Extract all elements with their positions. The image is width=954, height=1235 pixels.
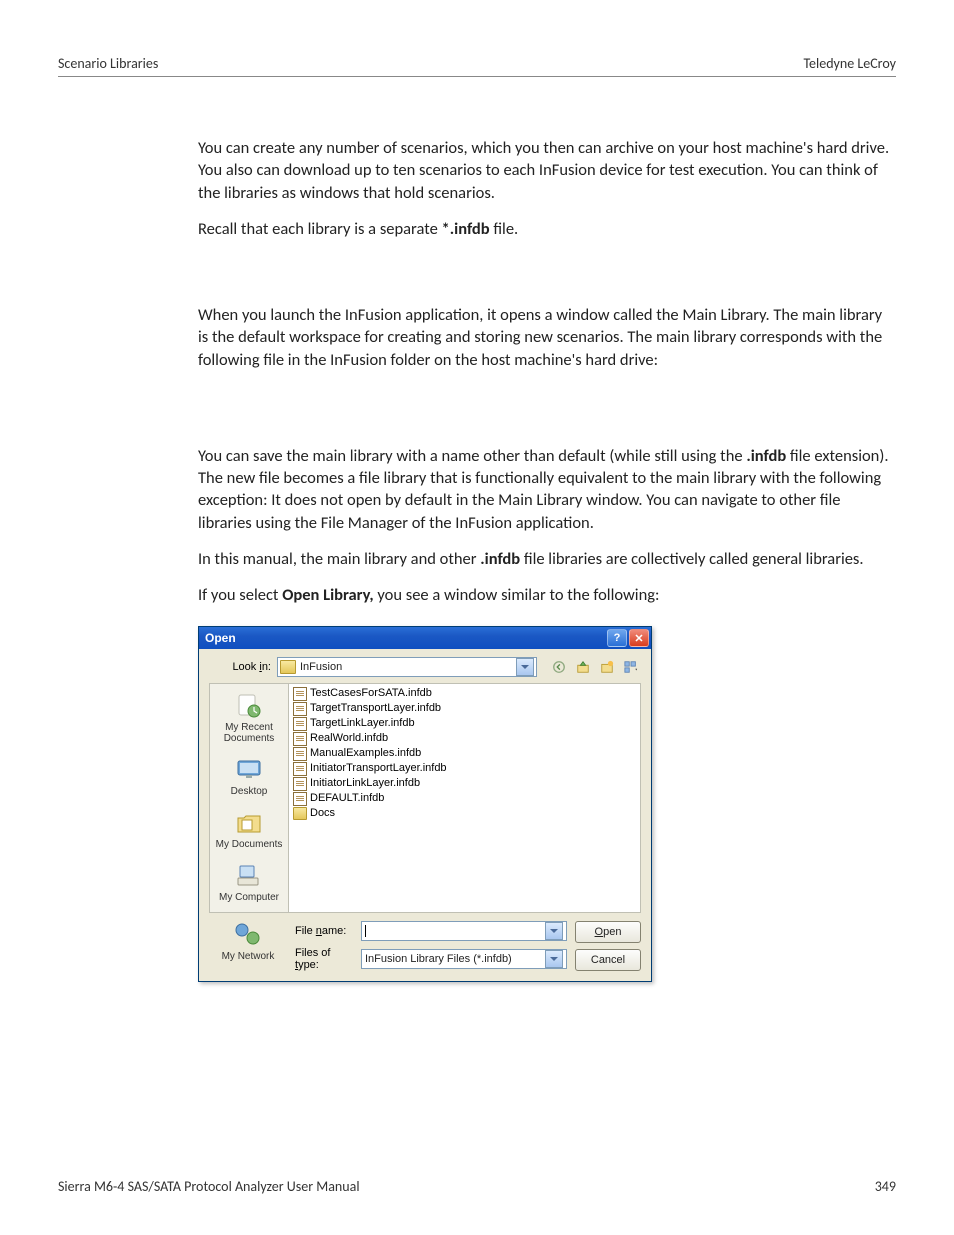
places-bar: My Recent Documents Desktop	[209, 683, 289, 913]
infdb-file-icon	[293, 702, 307, 716]
cancel-button[interactable]: Cancel	[575, 949, 641, 971]
infdb-file-icon	[293, 747, 307, 761]
view-menu-icon[interactable]	[621, 657, 641, 677]
file-list[interactable]: TestCasesForSATA.infdb TargetTransportLa…	[289, 683, 641, 913]
filetype-combo[interactable]: InFusion Library Files (*.infdb)	[361, 949, 567, 969]
file-item[interactable]: TargetLinkLayer.infdb	[291, 716, 638, 731]
filetype-label: Files of type:	[295, 947, 355, 971]
help-icon[interactable]: ?	[607, 629, 627, 647]
open-dialog: Open ? ✕ Look in: InFusion	[198, 626, 652, 982]
filename-input[interactable]	[361, 921, 567, 941]
file-item[interactable]: ManualExamples.infdb	[291, 746, 638, 761]
my-documents-icon	[233, 809, 265, 837]
paragraph-1: You can create any number of scenarios, …	[198, 137, 896, 204]
header-right: Teledyne LeCroy	[803, 55, 896, 72]
file-item[interactable]: InitiatorTransportLayer.infdb	[291, 761, 638, 776]
recent-documents-icon	[233, 692, 265, 720]
lookin-combo[interactable]: InFusion	[277, 657, 537, 677]
chevron-down-icon[interactable]	[545, 922, 563, 940]
my-computer-icon	[233, 862, 265, 890]
infdb-file-icon	[293, 762, 307, 776]
infdb-file-icon	[293, 777, 307, 791]
paragraph-2: Recall that each library is a separate *…	[198, 218, 896, 240]
folder-item[interactable]: Docs	[291, 806, 638, 821]
dialog-titlebar[interactable]: Open ? ✕	[199, 627, 651, 649]
place-mycomp[interactable]: My Computer	[208, 858, 290, 911]
open-button[interactable]: Open	[575, 921, 641, 943]
header-left: Scenario Libraries	[58, 55, 158, 72]
page-number: 349	[875, 1178, 896, 1195]
paragraph-5: In this manual, the main library and oth…	[198, 548, 896, 570]
infdb-file-icon	[293, 732, 307, 746]
text-cursor	[365, 925, 366, 937]
file-item[interactable]: TargetTransportLayer.infdb	[291, 701, 638, 716]
desktop-icon	[233, 756, 265, 784]
infdb-file-icon	[293, 792, 307, 806]
up-one-level-icon[interactable]	[573, 657, 593, 677]
footer-title: Sierra M6-4 SAS/SATA Protocol Analyzer U…	[58, 1178, 360, 1195]
my-network-icon	[232, 921, 264, 949]
header-rule	[58, 76, 896, 77]
chevron-down-icon[interactable]	[545, 950, 563, 968]
file-item[interactable]: TestCasesForSATA.infdb	[291, 686, 638, 701]
close-icon[interactable]: ✕	[629, 629, 649, 647]
paragraph-6: If you select Open Library, you see a wi…	[198, 584, 896, 606]
place-mydocs[interactable]: My Documents	[208, 805, 290, 858]
paragraph-3: When you launch the InFusion application…	[198, 304, 896, 371]
chevron-down-icon[interactable]	[516, 658, 534, 676]
place-desktop[interactable]: Desktop	[208, 752, 290, 805]
filename-label: File name:	[295, 925, 355, 937]
infdb-file-icon	[293, 687, 307, 701]
folder-open-icon	[280, 660, 296, 674]
place-recent[interactable]: My Recent Documents	[208, 688, 290, 752]
place-mynet[interactable]: My Network	[207, 921, 289, 970]
file-item[interactable]: DEFAULT.infdb	[291, 791, 638, 806]
back-icon[interactable]	[549, 657, 569, 677]
new-folder-icon[interactable]	[597, 657, 617, 677]
lookin-value: InFusion	[300, 661, 512, 673]
lookin-label: Look in:	[209, 661, 271, 673]
folder-icon	[293, 807, 307, 820]
infdb-file-icon	[293, 717, 307, 731]
file-item[interactable]: InitiatorLinkLayer.infdb	[291, 776, 638, 791]
dialog-title: Open	[205, 631, 236, 645]
paragraph-4: You can save the main library with a nam…	[198, 445, 896, 534]
file-item[interactable]: RealWorld.infdb	[291, 731, 638, 746]
